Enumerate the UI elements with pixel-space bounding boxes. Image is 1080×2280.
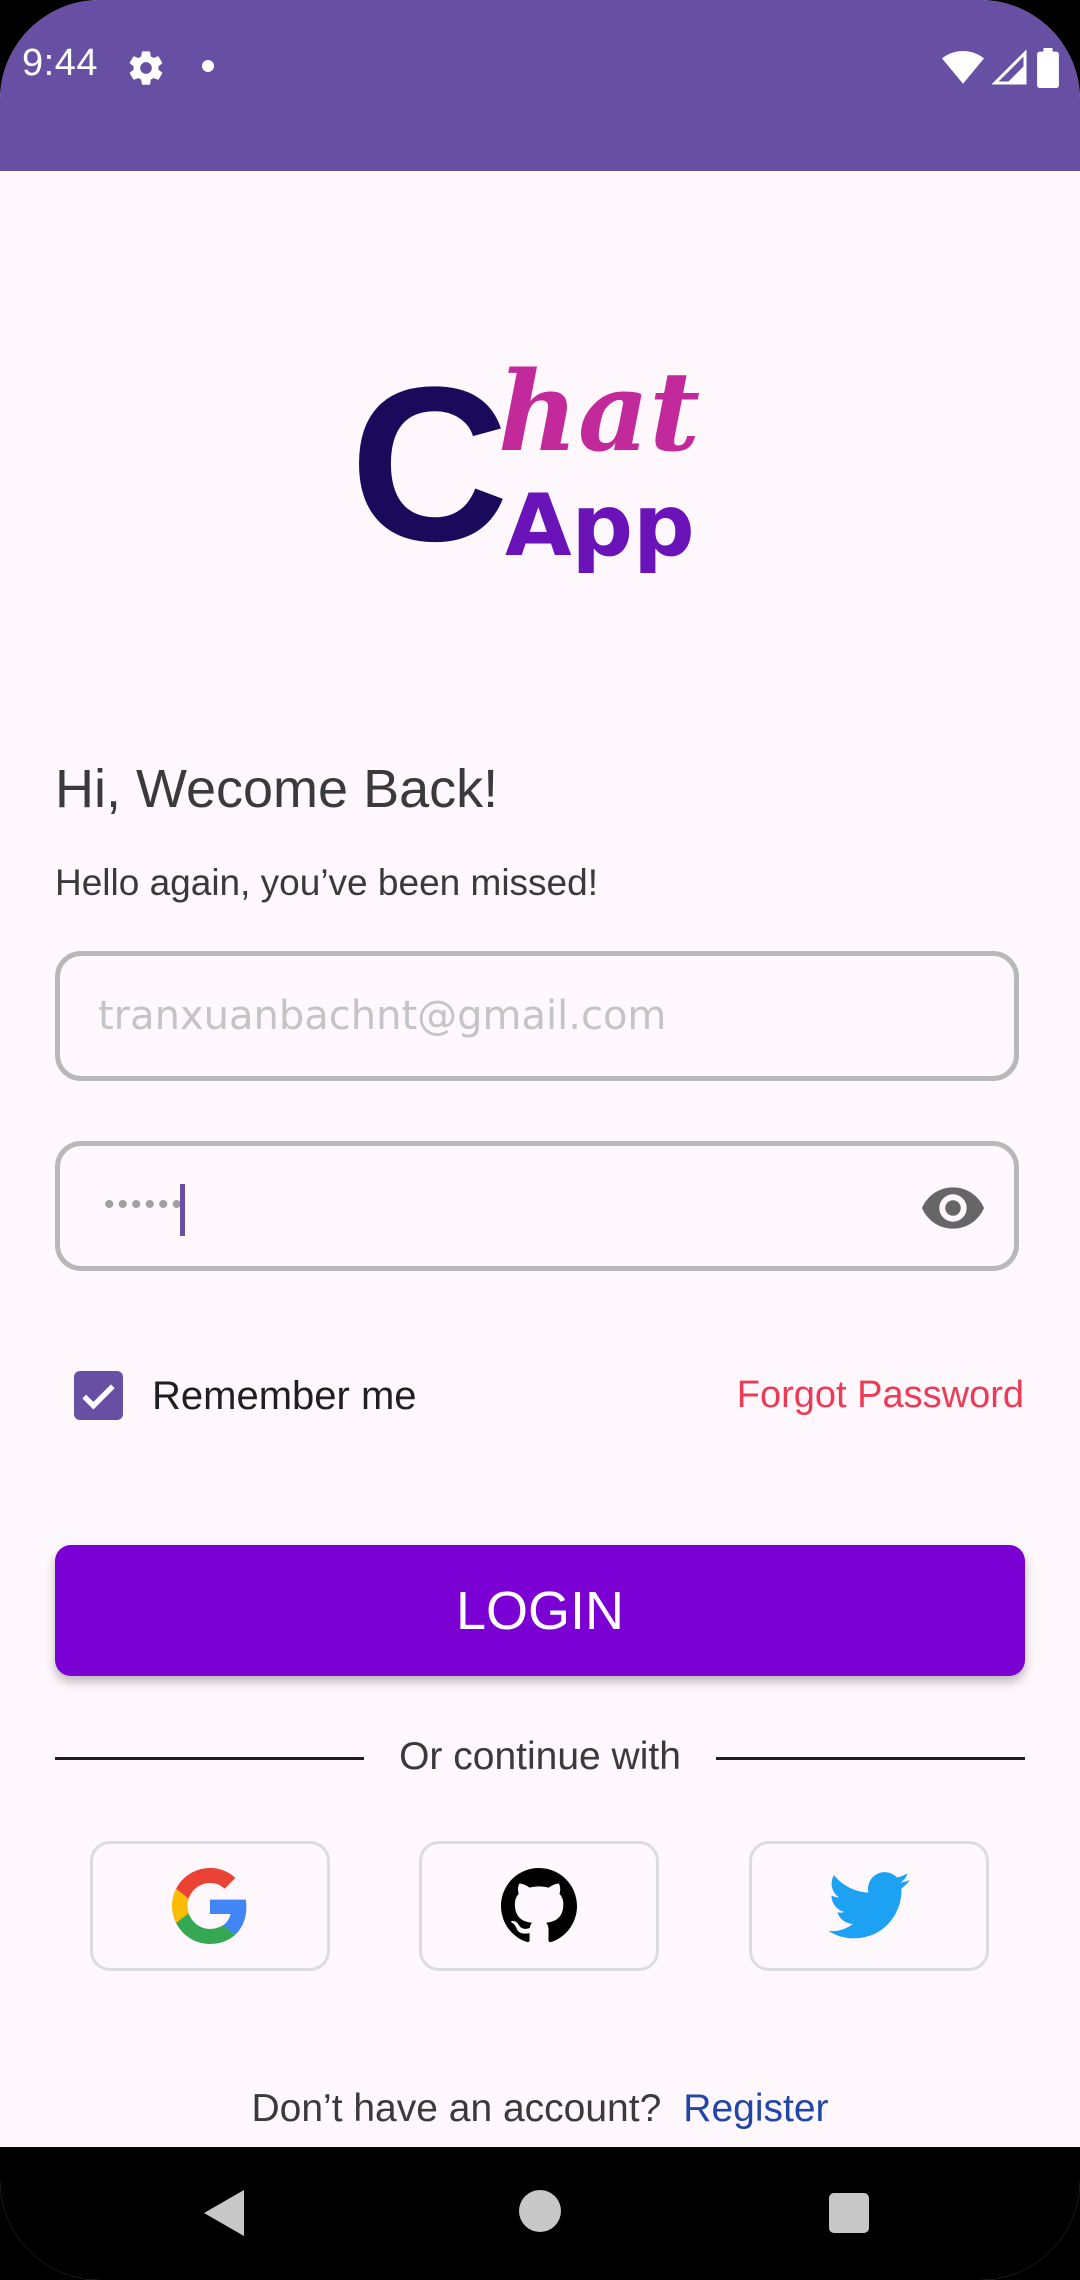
- twitter-icon: [828, 1872, 910, 1939]
- divider-right: [716, 1757, 1025, 1760]
- divider-left: [55, 1757, 364, 1760]
- logo-text-app: App: [505, 476, 695, 576]
- recents-icon[interactable]: [829, 2193, 869, 2233]
- text-cursor: [180, 1184, 185, 1236]
- chat-app-logo: C hat App: [350, 341, 700, 580]
- system-nav-bar: [0, 2147, 1080, 2280]
- notification-dot-icon: [202, 60, 214, 72]
- logo-letter-c: C: [350, 341, 509, 580]
- remember-me-label[interactable]: Remember me: [152, 1374, 417, 1419]
- google-icon: [172, 1868, 247, 1944]
- logo-text-hat: hat: [498, 347, 700, 476]
- home-icon[interactable]: [519, 2190, 561, 2232]
- welcome-subheading: Hello again, you’ve been missed!: [55, 862, 598, 903]
- login-button[interactable]: LOGIN: [55, 1545, 1025, 1676]
- status-bar: 9:44: [0, 0, 1080, 171]
- status-icons: [942, 48, 1060, 88]
- password-masked-value: ••••••: [104, 1188, 186, 1221]
- google-login-button[interactable]: [90, 1841, 330, 1971]
- eye-icon[interactable]: [922, 1184, 984, 1232]
- email-input[interactable]: [98, 956, 918, 1076]
- wifi-icon: [942, 51, 984, 84]
- settings-icon: [129, 51, 163, 85]
- status-time: 9:44: [22, 42, 98, 84]
- signal-icon: [992, 50, 1027, 85]
- remember-me-checkbox[interactable]: [74, 1371, 123, 1420]
- divider-text: Or continue with: [399, 1735, 681, 1778]
- check-icon: [82, 1384, 115, 1410]
- twitter-login-button[interactable]: [749, 1841, 989, 1971]
- github-login-button[interactable]: [419, 1841, 659, 1971]
- github-icon: [501, 1868, 577, 1943]
- battery-icon: [1037, 48, 1059, 88]
- screen: 9:44 C hat App Hi, Wecome Back! Hello ag…: [0, 0, 1080, 2280]
- password-field[interactable]: ••••••: [55, 1141, 1019, 1271]
- welcome-heading: Hi, Wecome Back!: [55, 759, 499, 819]
- email-field[interactable]: [55, 951, 1019, 1081]
- register-prompt: Don’t have an account?: [251, 2087, 662, 2130]
- back-icon[interactable]: [204, 2190, 244, 2236]
- forgot-password-link[interactable]: Forgot Password: [737, 1374, 1024, 1417]
- register-row: Don’t have an account? Register: [0, 2087, 1080, 2131]
- register-link[interactable]: Register: [683, 2087, 828, 2130]
